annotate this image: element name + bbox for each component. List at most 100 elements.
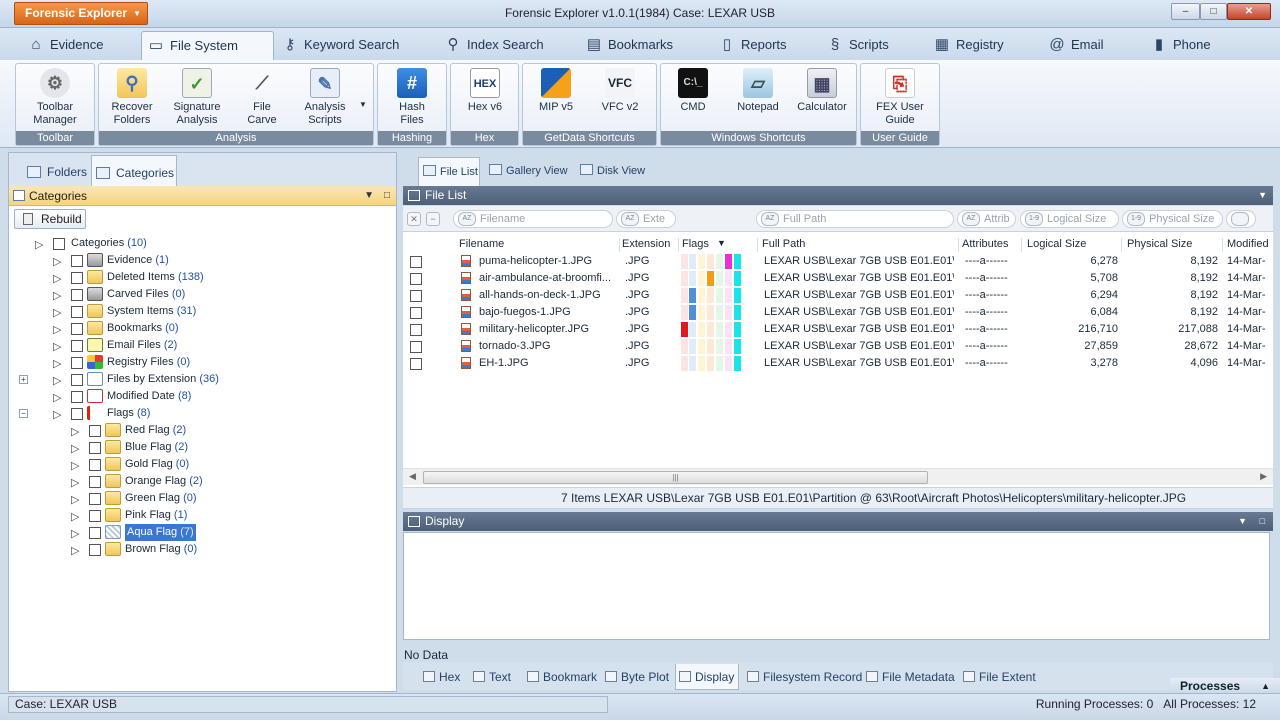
clear-filter-icon[interactable]: ✕	[407, 212, 421, 226]
file-carve-button[interactable]: ⟋ File Carve	[233, 66, 291, 127]
vfc-v2-button[interactable]: VFC VFC v2	[589, 66, 651, 114]
tree-item[interactable]: ▷ Pink Flag (1)	[9, 507, 394, 524]
tab-file-list[interactable]: File List	[418, 157, 480, 186]
tab-keyword-search[interactable]: ⚷ Keyword Search	[280, 31, 400, 60]
tree-checkbox[interactable]	[71, 323, 83, 335]
tree-checkbox[interactable]	[89, 476, 101, 488]
tree-checkbox[interactable]	[71, 272, 83, 284]
physical-size-filter-input[interactable]: 1-9 Physical Size	[1122, 210, 1223, 228]
tab-filesystem-record[interactable]: Filesystem Record	[747, 664, 862, 690]
analysis-scripts-dropdown[interactable]: ▼	[357, 98, 369, 111]
tab-file-metadata[interactable]: File Metadata	[866, 664, 955, 690]
tab-file-extent[interactable]: File Extent	[963, 664, 1036, 690]
tree-item[interactable]: + ▷ Files by Extension (36)	[9, 371, 394, 388]
tab-folders[interactable]: Folders	[27, 155, 91, 186]
tree-item[interactable]: ▷ Red Flag (2)	[9, 422, 394, 439]
cmd-button[interactable]: C:\_ CMD	[665, 66, 721, 114]
tab-reports[interactable]: ▯ Reports	[717, 31, 787, 60]
horizontal-scrollbar[interactable]: ◀ ||| ▶	[403, 468, 1273, 485]
tab-display[interactable]: Display	[675, 664, 740, 690]
table-row[interactable]: air-ambulance-at-broomfi... .JPG LEXAR USB…	[403, 270, 1273, 287]
col-filename[interactable]: Filename	[459, 238, 504, 250]
tree-checkbox[interactable]	[71, 306, 83, 318]
table-row[interactable]: tornado-3.JPG .JPG LEXAR USB\Lexar 7GB USB…	[403, 338, 1273, 355]
tab-index-search[interactable]: ⚲ Index Search	[443, 31, 544, 60]
column-divider[interactable]	[619, 238, 620, 252]
tab-hex[interactable]: Hex	[423, 664, 460, 690]
chevron-up-icon[interactable]: ▲	[1261, 678, 1270, 694]
table-row[interactable]: EH-1.JPG .JPG LEXAR USB\Lexar 7GB USB E01.…	[403, 355, 1273, 372]
scroll-left-icon[interactable]: ◀	[409, 471, 416, 482]
dropdown-icon[interactable]: ▼	[364, 186, 374, 206]
col-flags[interactable]: Flags	[682, 238, 709, 250]
tab-registry[interactable]: ▦ Registry	[932, 31, 1004, 60]
expand-toggle[interactable]: −	[19, 409, 28, 418]
tree-item[interactable]: ▷ Evidence (1)	[9, 252, 394, 269]
pin-icon[interactable]: □	[1260, 512, 1265, 531]
analysis-scripts-button[interactable]: ✎ Analysis Scripts	[295, 66, 355, 127]
tab-categories[interactable]: Categories	[91, 155, 177, 186]
col-full-path[interactable]: Full Path	[762, 238, 805, 250]
tree-item[interactable]: ▷ Aqua Flag (7)	[9, 524, 394, 541]
tree-checkbox[interactable]	[71, 391, 83, 403]
tab-text[interactable]: Text	[473, 664, 511, 690]
tab-email[interactable]: @ Email	[1047, 31, 1103, 60]
row-checkbox[interactable]	[410, 307, 422, 319]
collapse-filter-icon[interactable]: −	[426, 212, 440, 226]
column-divider[interactable]	[1121, 238, 1122, 252]
scroll-right-icon[interactable]: ▶	[1260, 471, 1267, 482]
recover-folders-button[interactable]: ⚲ Recover Folders	[103, 66, 161, 127]
calculator-button[interactable]: ▦ Calculator	[791, 66, 853, 114]
tree-checkbox[interactable]	[89, 527, 101, 539]
tree-item[interactable]: −▷Categories (10)	[9, 235, 394, 252]
column-divider[interactable]	[678, 238, 679, 252]
table-row[interactable]: military-helicopter.JPG .JPG LEXAR USB\Lex…	[403, 321, 1273, 338]
tab-disk-view[interactable]: Disk View	[576, 157, 645, 186]
tab-phone[interactable]: ▮ Phone	[1149, 31, 1211, 60]
tree-item[interactable]: ▷ Email Files (2)	[9, 337, 394, 354]
tree-item[interactable]: ▷ System Items (31)	[9, 303, 394, 320]
row-checkbox[interactable]	[410, 341, 422, 353]
tab-gallery-view[interactable]: Gallery View	[485, 157, 568, 186]
tree-item[interactable]: ▷ Registry Files (0)	[9, 354, 394, 371]
logical-size-filter-input[interactable]: 1-9 Logical Size	[1020, 210, 1119, 228]
tree-item[interactable]: ▷ Green Flag (0)	[9, 490, 394, 507]
tree-checkbox[interactable]	[71, 255, 83, 267]
tree-item[interactable]: ▷ Modified Date (8)	[9, 388, 394, 405]
tree-checkbox[interactable]	[89, 544, 101, 556]
column-divider[interactable]	[1021, 238, 1022, 252]
close-window-button[interactable]: ✕	[1227, 3, 1271, 20]
toolbar-manager-button[interactable]: ⚙ Toolbar Manager	[22, 66, 88, 127]
tab-byte-plot[interactable]: Byte Plot	[605, 664, 669, 690]
tree-checkbox[interactable]	[89, 442, 101, 454]
row-checkbox[interactable]	[410, 358, 422, 370]
filename-filter-input[interactable]: AZ Filename	[453, 210, 613, 228]
tree-checkbox[interactable]	[71, 408, 83, 420]
table-row[interactable]: puma-helicopter-1.JPG .JPG LEXAR USB\Lexar…	[403, 253, 1273, 270]
maximize-button[interactable]: □	[1200, 3, 1227, 20]
tree-item[interactable]: ▷ Brown Flag (0)	[9, 541, 394, 558]
tree-item[interactable]: − ▷ Flags (8)	[9, 405, 394, 422]
hex-v6-button[interactable]: HEX Hex v6	[455, 66, 515, 114]
notepad-button[interactable]: ▱ Notepad	[727, 66, 789, 114]
hash-files-button[interactable]: # Hash Files	[382, 66, 442, 127]
dropdown-icon[interactable]: ▼	[1258, 186, 1267, 205]
mip-v5-button[interactable]: MIP v5	[527, 66, 585, 114]
tree-checkbox[interactable]	[71, 340, 83, 352]
signature-analysis-button[interactable]: ✓ Signature Analysis	[165, 66, 229, 127]
minimize-button[interactable]: –	[1171, 3, 1200, 20]
modified-filter-input[interactable]	[1226, 210, 1256, 228]
tree-checkbox[interactable]	[71, 357, 83, 369]
dropdown-icon[interactable]: ▼	[1238, 512, 1247, 531]
col-attributes[interactable]: Attributes	[962, 238, 1008, 250]
row-checkbox[interactable]	[410, 290, 422, 302]
tree-checkbox[interactable]	[89, 459, 101, 471]
tree-checkbox[interactable]	[53, 238, 65, 250]
col-extension[interactable]: Extension	[622, 238, 670, 250]
tab-evidence[interactable]: ⌂ Evidence	[26, 31, 103, 60]
tree-checkbox[interactable]	[89, 425, 101, 437]
col-modified[interactable]: Modified	[1227, 238, 1269, 250]
tree-checkbox[interactable]	[89, 493, 101, 505]
column-divider[interactable]	[757, 238, 758, 252]
extension-filter-input[interactable]: AZ Exte	[616, 210, 676, 228]
